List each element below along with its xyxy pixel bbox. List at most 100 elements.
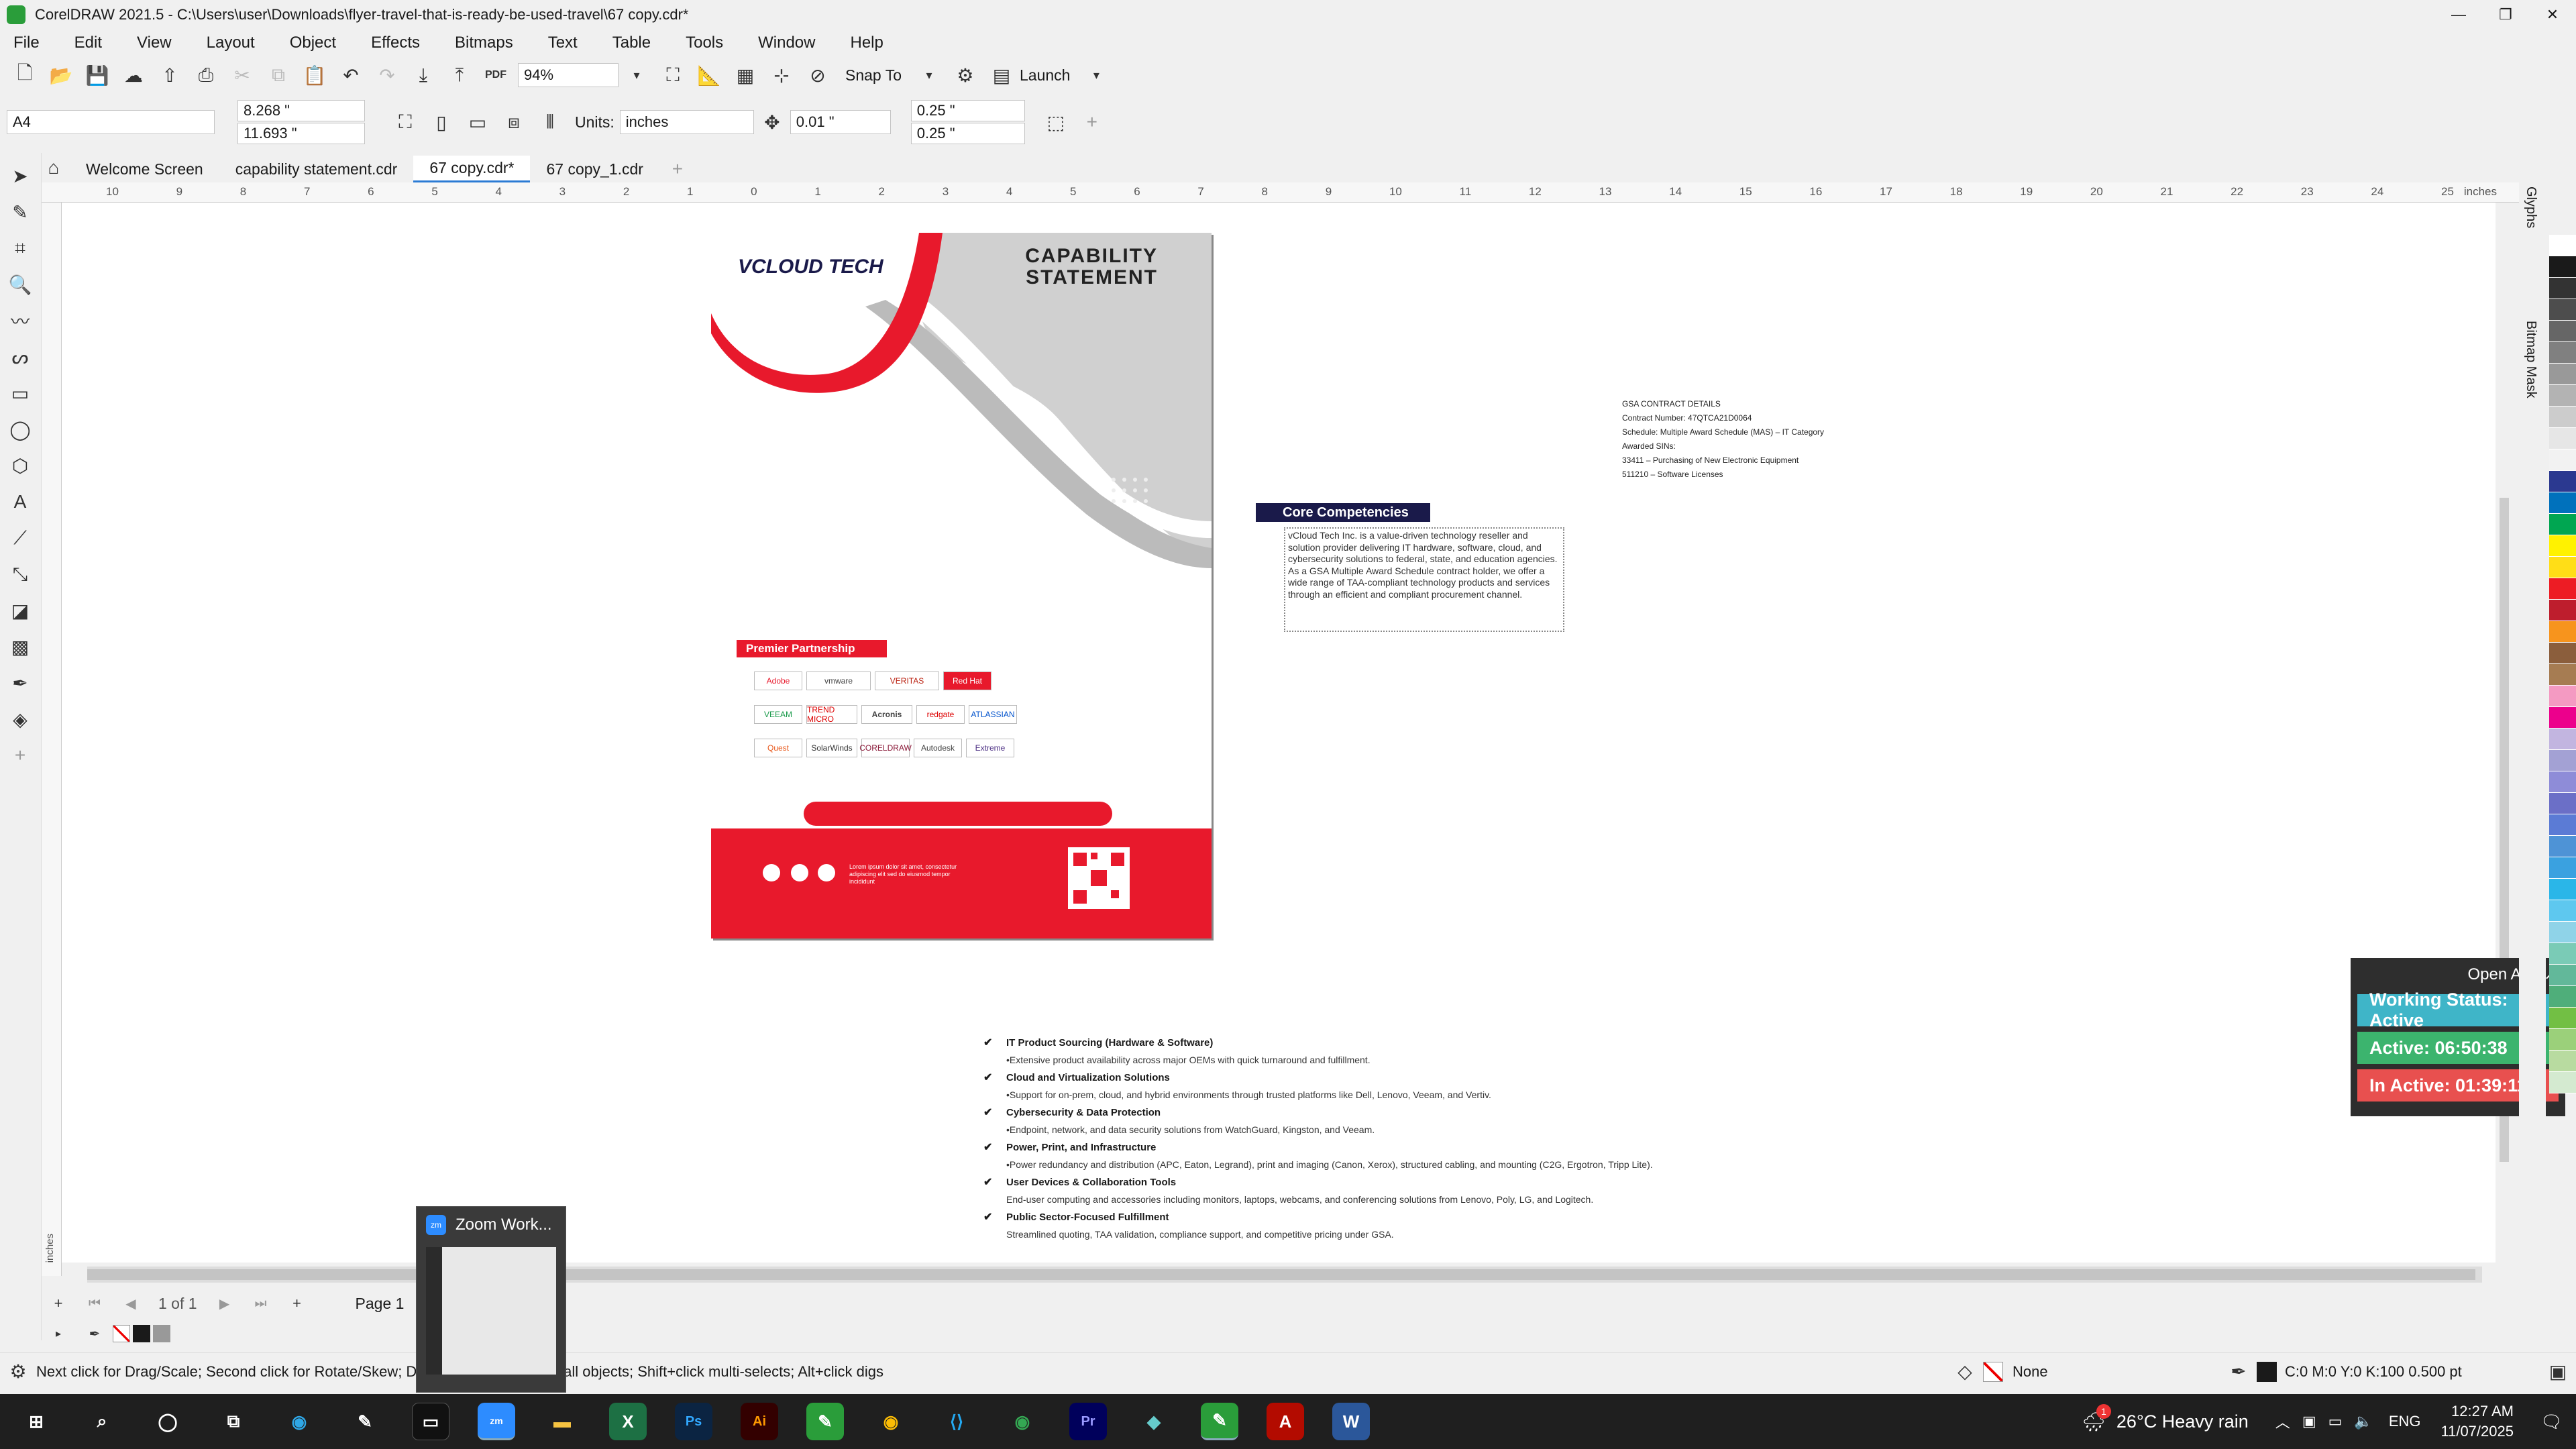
volume-icon[interactable]: 🔈: [2354, 1413, 2372, 1430]
services-list[interactable]: ✔ IT Product Sourcing (Hardware & Softwar…: [983, 1036, 1788, 1245]
chrome-icon[interactable]: ◉: [872, 1403, 910, 1440]
next-page-icon[interactable]: ▶: [211, 1290, 238, 1317]
menu-table[interactable]: Table: [612, 34, 651, 52]
zoom-level-field[interactable]: 94%: [518, 63, 619, 87]
palette-swatch[interactable]: [2549, 879, 2576, 900]
palette-swatch[interactable]: [2549, 686, 2576, 707]
terminal-icon[interactable]: ▭: [412, 1403, 449, 1440]
file-explorer-icon[interactable]: ▬: [543, 1403, 581, 1440]
grid-icon[interactable]: ▦: [732, 62, 759, 89]
palette-swatch[interactable]: [2549, 836, 2576, 857]
rulers-icon[interactable]: 📐: [696, 62, 722, 89]
nudge-distance-field[interactable]: 0.01 ": [790, 110, 891, 134]
transparency-icon[interactable]: ▩: [7, 633, 34, 660]
portrait-icon[interactable]: ▯: [428, 109, 455, 136]
minimize-button[interactable]: —: [2435, 6, 2482, 23]
launch-dropdown-icon[interactable]: ▾: [1083, 62, 1110, 89]
palette-swatch[interactable]: [2549, 557, 2576, 578]
swatch-black[interactable]: [133, 1325, 150, 1342]
palette-swatch[interactable]: [2549, 1051, 2576, 1072]
guidelines-icon[interactable]: ⊹: [768, 62, 795, 89]
landscape-icon[interactable]: ▭: [464, 109, 491, 136]
tab-67-copy[interactable]: 67 copy.cdr*: [413, 156, 531, 182]
swatch-gray[interactable]: [153, 1325, 170, 1342]
palette-swatch[interactable]: [2549, 793, 2576, 814]
glyphs-docker-tab[interactable]: Glyphs: [2523, 186, 2538, 228]
cortana-icon[interactable]: ◯: [149, 1403, 186, 1440]
palette-swatch[interactable]: [2549, 943, 2576, 965]
tray-camera-icon[interactable]: ▣: [2302, 1413, 2316, 1430]
import-icon[interactable]: ⤓: [410, 62, 437, 89]
full-screen-icon[interactable]: ⛶: [659, 62, 686, 89]
page-height-field[interactable]: 11.693 ": [237, 123, 365, 144]
ellipse-tool-icon[interactable]: ◯: [7, 416, 34, 443]
dimension-tool-icon[interactable]: ⟋: [7, 525, 34, 551]
duplicate-x-field[interactable]: 0.25 ": [910, 100, 1025, 121]
edge-icon[interactable]: ◉: [280, 1403, 318, 1440]
polygon-tool-icon[interactable]: ⬡: [7, 452, 34, 479]
network-icon[interactable]: ▭: [2328, 1413, 2343, 1430]
new-tab-icon[interactable]: +: [664, 156, 691, 182]
bitmap-mask-docker-tab[interactable]: Bitmap Mask: [2523, 321, 2538, 398]
drop-shadow-icon[interactable]: ◪: [7, 597, 34, 624]
add-tool-icon[interactable]: +: [7, 742, 34, 769]
bleed-icon[interactable]: ⫴: [537, 109, 564, 136]
tab-67-copy-1[interactable]: 67 copy_1.cdr: [530, 156, 659, 182]
palette-swatch[interactable]: [2549, 407, 2576, 428]
home-icon[interactable]: ⌂: [40, 154, 67, 181]
menu-text[interactable]: Text: [548, 34, 578, 52]
photoshop-icon[interactable]: Ps: [675, 1403, 712, 1440]
palette-swatch[interactable]: [2549, 514, 2576, 535]
clock[interactable]: 12:27 AM 11/07/2025: [2441, 1401, 2514, 1442]
palette-swatch[interactable]: [2549, 1072, 2576, 1093]
interactive-fill-icon[interactable]: ◈: [7, 706, 34, 733]
core-competencies-heading[interactable]: Core Competencies: [1256, 503, 1430, 522]
acrobat-icon[interactable]: A: [1267, 1403, 1304, 1440]
swatch-none[interactable]: [113, 1325, 130, 1342]
prev-page-icon[interactable]: ◀: [117, 1290, 144, 1317]
weather-text[interactable]: 26°C Heavy rain: [2116, 1411, 2249, 1432]
palette-eyedropper-icon[interactable]: ✒: [81, 1320, 108, 1347]
new-document-icon[interactable]: 🗋: [11, 62, 38, 89]
crop-tool-icon[interactable]: ⌗: [7, 235, 34, 262]
task-view-icon[interactable]: ⧉: [215, 1403, 252, 1440]
add-preset-icon[interactable]: +: [1079, 109, 1106, 136]
paste-icon[interactable]: 📋: [301, 62, 328, 89]
palette-swatch[interactable]: [2549, 986, 2576, 1008]
palette-swatch[interactable]: [2549, 707, 2576, 729]
palette-swatch[interactable]: [2549, 235, 2576, 256]
palette-swatch[interactable]: [2549, 664, 2576, 686]
zoom-icon[interactable]: zm: [478, 1403, 515, 1440]
zoom-taskbar-preview[interactable]: zm Zoom Work...: [416, 1206, 566, 1393]
outline-pen-icon[interactable]: ✒: [2225, 1358, 2252, 1385]
zoom-dropdown-icon[interactable]: ▾: [623, 62, 650, 89]
gsa-contract-details[interactable]: GSA CONTRACT DETAILS Contract Number: 47…: [1622, 397, 1824, 482]
palette-swatch[interactable]: [2549, 922, 2576, 943]
flyer-page[interactable]: VCLOUD TECH CAPABILITY STATEMENT Premier…: [711, 233, 1212, 938]
snap-dropdown-icon[interactable]: ▾: [916, 62, 943, 89]
first-page-icon[interactable]: ⏮: [81, 1290, 108, 1317]
palette-swatch[interactable]: [2549, 278, 2576, 299]
page-width-field[interactable]: 8.268 ": [237, 100, 365, 121]
cut-icon[interactable]: ✂: [229, 62, 256, 89]
fill-indicator-icon[interactable]: ◇: [1951, 1358, 1978, 1385]
palette-swatch[interactable]: [2549, 965, 2576, 986]
menu-bitmaps[interactable]: Bitmaps: [455, 34, 513, 52]
page-size-select[interactable]: A4: [7, 110, 215, 134]
palette-swatch[interactable]: [2549, 729, 2576, 750]
page-layout-icon[interactable]: ⧈: [500, 109, 527, 136]
notifications-icon[interactable]: 🗨: [2540, 1411, 2563, 1432]
eyedropper-icon[interactable]: ✒: [7, 669, 34, 696]
palette-swatch[interactable]: [2549, 535, 2576, 557]
zoom-tool-icon[interactable]: 🔍: [7, 271, 34, 298]
illustrator-icon[interactable]: Ai: [741, 1403, 778, 1440]
text-tool-icon[interactable]: A: [7, 488, 34, 515]
word-icon[interactable]: W: [1332, 1403, 1370, 1440]
open-folder-icon[interactable]: 📂: [48, 62, 74, 89]
export-icon[interactable]: ⤒: [446, 62, 473, 89]
units-select[interactable]: inches: [619, 110, 754, 134]
add-page-before-icon[interactable]: +: [45, 1290, 72, 1317]
print-icon[interactable]: ⎙: [193, 62, 219, 89]
menu-layout[interactable]: Layout: [207, 34, 255, 52]
menu-edit[interactable]: Edit: [74, 34, 102, 52]
